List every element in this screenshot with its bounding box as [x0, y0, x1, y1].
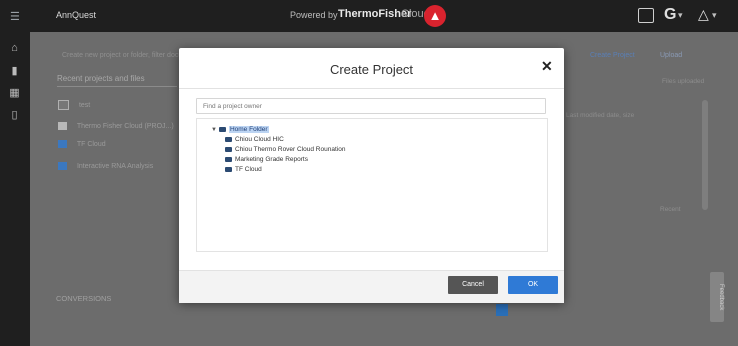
folder-tree: ▼ Home Folder Chiou Cloud HIC Chiou Therm…: [196, 118, 548, 252]
folder-icon: [58, 140, 67, 148]
app-brand[interactable]: AnnQuest: [56, 10, 96, 20]
create-project-link[interactable]: Create Project: [590, 52, 635, 59]
list-item[interactable]: test: [58, 100, 90, 110]
folder-icon: [58, 162, 67, 170]
tree-root-label: Home Folder: [228, 126, 269, 133]
folder-icon: [225, 156, 232, 162]
list-item[interactable]: Thermo Fisher Cloud (PROJ...): [58, 122, 174, 130]
document-icon[interactable]: ▯: [8, 108, 21, 121]
cancel-button[interactable]: Cancel: [448, 276, 498, 294]
tab-underline: [57, 86, 177, 87]
detail-label: Last modified date, size: [566, 112, 635, 119]
document-icon: [58, 122, 67, 130]
recent-label: Recent: [660, 206, 681, 213]
home-icon[interactable]: ⌂: [8, 42, 21, 54]
upload-link[interactable]: Upload: [660, 52, 682, 59]
expand-button[interactable]: [496, 304, 508, 316]
list-item[interactable]: TF Cloud: [58, 140, 106, 148]
list-item[interactable]: Interactive RNA Analysis: [58, 162, 153, 170]
tab-recent-projects[interactable]: Recent projects and files: [57, 74, 145, 83]
file-icon[interactable]: ▮: [8, 64, 21, 77]
tree-item[interactable]: Marketing Grade Reports: [225, 156, 308, 163]
chevron-down-icon[interactable]: ▾: [678, 10, 683, 21]
folder-icon: [225, 166, 232, 172]
tree-item[interactable]: Chiou Cloud HIC: [225, 136, 284, 143]
ok-button[interactable]: OK: [508, 276, 558, 294]
tree-item[interactable]: Chiou Thermo Rover Cloud Rounation: [225, 146, 345, 153]
thermofisher-logo-icon: ▲: [424, 5, 446, 27]
list-item-label: Thermo Fisher Cloud (PROJ...): [76, 122, 174, 130]
tree-item-label: Chiou Thermo Rover Cloud Rounation: [235, 146, 346, 153]
top-bar: ☰ AnnQuest Powered by ThermoFisher Cloud…: [0, 0, 738, 32]
folder-icon: [225, 146, 232, 152]
g-icon[interactable]: G: [664, 6, 676, 24]
create-project-dialog: Create Project ✕ ▼ Home Folder Chiou Clou…: [179, 48, 564, 303]
dialog-title: Create Project: [329, 62, 414, 77]
tree-root[interactable]: ▼ Home Folder: [211, 126, 269, 133]
list-item-label: TF Cloud: [76, 140, 106, 148]
folder-icon: [225, 136, 232, 142]
tree-item-label: TF Cloud: [235, 166, 262, 173]
powered-by-label: Powered by: [290, 10, 338, 20]
tree-item-label: Marketing Grade Reports: [235, 156, 308, 163]
list-item-label: Interactive RNA Analysis: [76, 162, 154, 170]
list-item-label: test: [78, 101, 91, 109]
dialog-footer: [179, 270, 564, 303]
folder-icon: [218, 126, 226, 132]
owner-search-input[interactable]: [196, 98, 546, 114]
close-icon[interactable]: ✕: [541, 58, 553, 75]
tree-item[interactable]: TF Cloud: [225, 166, 262, 173]
box-icon: [58, 100, 69, 110]
feedback-tab[interactable]: Feedback: [710, 272, 724, 322]
left-rail: ⌂ ▮ ▦ ▯: [0, 32, 30, 346]
files-uploaded-label: Files uploaded: [662, 78, 705, 85]
chevron-down-icon[interactable]: ▾: [712, 10, 717, 21]
tree-item-label: Chiou Cloud HIC: [235, 136, 284, 143]
scrollbar[interactable]: [702, 100, 708, 210]
bell-icon[interactable]: △: [698, 6, 709, 23]
chevron-down-icon[interactable]: ▼: [211, 127, 217, 133]
conversions-heading: CONVERSIONS: [56, 294, 112, 303]
grid-icon[interactable]: ▦: [8, 86, 21, 99]
hamburger-icon[interactable]: ☰: [10, 10, 24, 23]
chat-icon[interactable]: [638, 8, 654, 23]
